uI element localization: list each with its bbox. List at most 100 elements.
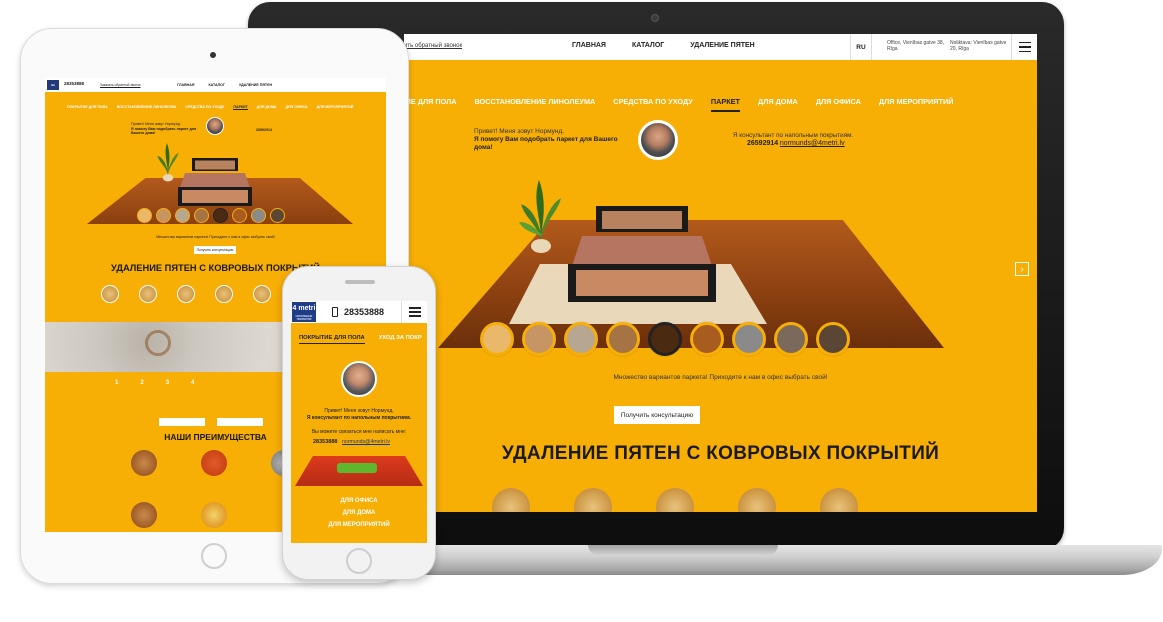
parquet-swatch[interactable] xyxy=(564,322,598,356)
tablet-phone[interactable]: 28353888 xyxy=(64,81,84,86)
tablet-header: 4m 28353888 Заказать обратный звонок ГЛА… xyxy=(45,78,386,92)
tablet-tab-parquet[interactable]: ПАРКЕТ xyxy=(233,105,248,110)
parquet-swatch[interactable] xyxy=(213,208,228,223)
parquet-swatch[interactable] xyxy=(816,322,850,356)
tablet-swatches xyxy=(137,208,285,223)
advantage-image xyxy=(201,450,227,476)
phone-contact: 28353888 normunds@4metri.lv xyxy=(313,439,390,445)
slider-next-arrow-icon[interactable]: › xyxy=(1015,262,1029,276)
header-phone-number[interactable]: 28353888 xyxy=(344,307,384,317)
tablet-tab[interactable]: ВОССТАНОВЛЕНИЕ ЛИНОЛЕУМА xyxy=(117,105,177,110)
parquet-swatch[interactable] xyxy=(137,208,152,223)
consultant-greeting: Привет! Меня зовут Нормунд. xyxy=(474,128,565,135)
tablet-nav-stains[interactable]: УДАЛЕНИЕ ПЯТЕН xyxy=(239,83,272,87)
stain-thumb[interactable] xyxy=(656,488,694,512)
tablet-tab[interactable]: ДЛЯ МЕРОПРИЯТИЙ xyxy=(317,105,354,110)
tablet-secondary-button[interactable] xyxy=(159,418,205,426)
laptop-camera xyxy=(651,14,659,22)
step-number: 1 xyxy=(115,380,119,386)
tab-care-products[interactable]: СРЕДСТВА ПО УХОДУ xyxy=(613,97,693,112)
consultant-avatar xyxy=(341,361,377,397)
phone-contact-number[interactable]: 28353888 xyxy=(313,439,337,445)
advantage-image xyxy=(201,502,227,528)
parquet-swatch[interactable] xyxy=(156,208,171,223)
nav-item-home[interactable]: ГЛАВНАЯ xyxy=(572,42,606,49)
tablet-consultant-text: Привет! Меня зовут Нормунд. Я помогу Вам… xyxy=(131,122,201,136)
tab-care[interactable]: УХОД ЗА ПОКР xyxy=(379,335,422,344)
nav-item-stain-removal[interactable]: УДАЛЕНИЕ ПЯТЕН xyxy=(690,42,754,49)
phone-screen: 4 metri НАПОЛЬНЫЕ ПОКРЫТИЯ 28353888 ПОКР… xyxy=(291,301,427,543)
consultant-intro: Привет! Меня зовут Нормунд. Я помогу Вам… xyxy=(474,128,624,152)
consultant-email[interactable]: normunds@4metri.lv xyxy=(780,140,845,147)
tablet-tab[interactable]: ПОКРЫТИЕ ДЛЯ ПОЛА xyxy=(67,105,108,110)
consultant-headline: Я помогу Вам подобрать паркет для Вашего… xyxy=(474,136,618,151)
get-consultation-button[interactable]: Получить консультацию xyxy=(614,406,700,424)
consultant-contact: Я консультант по напольным покрытиям. 26… xyxy=(733,132,853,148)
stain-thumb[interactable] xyxy=(139,285,157,303)
hamburger-menu-icon[interactable] xyxy=(401,301,427,323)
stain-thumb[interactable] xyxy=(215,285,233,303)
parquet-swatch[interactable] xyxy=(648,322,682,356)
brand-logo[interactable]: 4 metri НАПОЛЬНЫЕ ПОКРЫТИЯ xyxy=(292,302,316,322)
phone-contact-email[interactable]: normunds@4metri.lv xyxy=(342,439,390,445)
tablet-secondary-button[interactable] xyxy=(217,418,263,426)
tab-floor-coverings[interactable]: ПОКРЫТИЕ ДЛЯ ПОЛА xyxy=(299,335,365,344)
parquet-swatch[interactable] xyxy=(251,208,266,223)
menu-events[interactable]: ДЛЯ МЕРОПРИЯТИЙ xyxy=(291,519,427,531)
phone-tabs: ПОКРЫТИЕ ДЛЯ ПОЛА УХОД ЗА ПОКР xyxy=(299,335,422,344)
menu-office[interactable]: ДЛЯ ОФИСА xyxy=(291,495,427,507)
stain-thumb[interactable] xyxy=(820,488,858,512)
main-nav: ГЛАВНАЯ КАТАЛОГ УДАЛЕНИЕ ПЯТЕН xyxy=(572,42,755,49)
phone-greeting: Привет! Меня зовут Нормунд. xyxy=(324,408,394,414)
parquet-swatch[interactable] xyxy=(774,322,808,356)
menu-home[interactable]: ДЛЯ ДОМА xyxy=(291,507,427,519)
language-switch[interactable]: RU xyxy=(850,34,872,60)
tab-parquet[interactable]: ПАРКЕТ xyxy=(710,97,740,112)
nav-item-catalog[interactable]: КАТАЛОГ xyxy=(632,42,664,49)
stain-thumb[interactable] xyxy=(101,285,119,303)
tablet-consultation-button[interactable]: Получить консультацию xyxy=(194,246,236,254)
tablet-stain-thumbs xyxy=(101,285,309,303)
tab-home[interactable]: ДЛЯ ДОМА xyxy=(758,97,798,112)
tablet-tabs: ПОКРЫТИЕ ДЛЯ ПОЛА ВОССТАНОВЛЕНИЕ ЛИНОЛЕУ… xyxy=(67,105,353,110)
tablet-logo[interactable]: 4m xyxy=(47,80,59,90)
parquet-swatch[interactable] xyxy=(175,208,190,223)
parquet-swatch[interactable] xyxy=(480,322,514,356)
tablet-camera xyxy=(210,52,216,58)
office-address: Office, Vienības gatve 38, Rīga xyxy=(887,40,945,52)
logo-text: 4 metri xyxy=(292,305,316,312)
callback-link[interactable]: ить обратный звонок xyxy=(404,43,462,49)
tablet-tab[interactable]: СРЕДСТВА ПО УХОДУ xyxy=(185,105,224,110)
tablet-contact-phone[interactable]: 26592914 xyxy=(256,128,272,133)
tab-events[interactable]: ДЛЯ МЕРОПРИЯТИЙ xyxy=(879,97,954,112)
stain-thumb[interactable] xyxy=(492,488,530,512)
stain-removal-heading: УДАЛЕНИЕ ПЯТЕН С КОВРОВЫХ ПОКРЫТИЙ xyxy=(501,443,940,464)
tab-office[interactable]: ДЛЯ ОФИСА xyxy=(816,97,861,112)
phone-header: 4 metri НАПОЛЬНЫЕ ПОКРЫТИЯ 28353888 xyxy=(291,301,427,323)
tab-linoleum-restoration[interactable]: ВОССТАНОВЛЕНИЕ ЛИНОЛЕУМА xyxy=(474,97,595,112)
consultant-phone[interactable]: 26592914 xyxy=(747,140,778,147)
parquet-swatch[interactable] xyxy=(232,208,247,223)
parquet-swatch[interactable] xyxy=(270,208,285,223)
hamburger-menu-icon[interactable] xyxy=(1011,34,1037,60)
parquet-swatch[interactable] xyxy=(732,322,766,356)
stain-thumb[interactable] xyxy=(253,285,271,303)
parquet-swatch[interactable] xyxy=(606,322,640,356)
tablet-headline: Я помогу Вам подобрать паркет для Вашего… xyxy=(131,126,197,136)
tablet-tab[interactable]: ДЛЯ ДОМА xyxy=(257,105,277,110)
tablet-nav-catalog[interactable]: КАТАЛОГ xyxy=(208,83,225,87)
stain-thumb[interactable] xyxy=(177,285,195,303)
laptop-screen: ить обратный звонок ГЛАВНАЯ КАТАЛОГ УДАЛ… xyxy=(404,34,1037,512)
parquet-swatch[interactable] xyxy=(194,208,209,223)
parquet-swatch[interactable] xyxy=(522,322,556,356)
stain-thumb[interactable] xyxy=(738,488,776,512)
step-number: 4 xyxy=(191,380,195,386)
tablet-steps: 1 2 3 4 xyxy=(115,380,194,386)
tablet-tab[interactable]: ДЛЯ ОФИСА xyxy=(285,105,307,110)
consultant-avatar xyxy=(638,120,678,160)
tab-floor-coverings[interactable]: ЫТИЕ ДЛЯ ПОЛА xyxy=(404,97,456,112)
parquet-swatch[interactable] xyxy=(690,322,724,356)
tablet-nav-home[interactable]: ГЛАВНАЯ xyxy=(177,83,194,87)
tablet-callback-link[interactable]: Заказать обратный звонок xyxy=(100,83,140,87)
stain-thumb[interactable] xyxy=(574,488,612,512)
